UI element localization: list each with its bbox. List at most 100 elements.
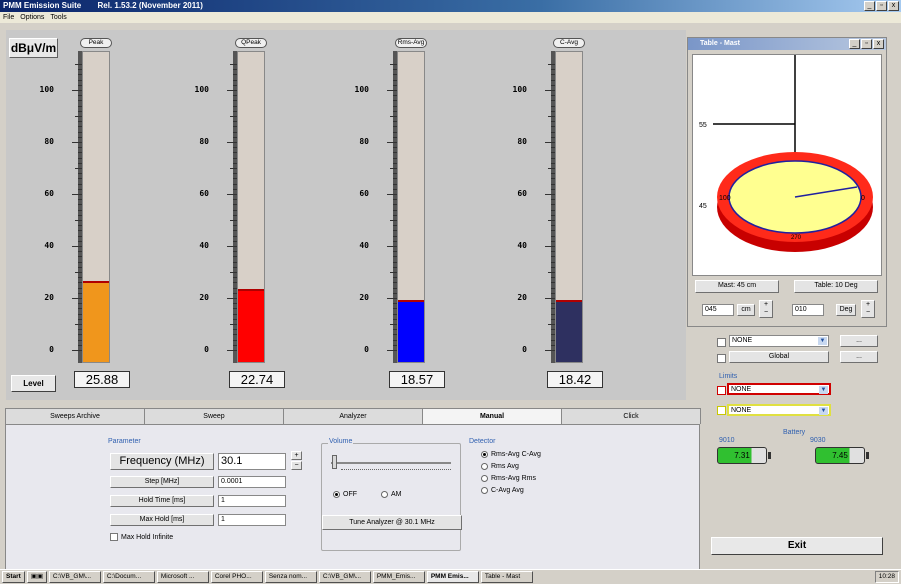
detector-radio-4[interactable] — [481, 487, 488, 494]
taskbar-item-6[interactable]: C:\VB_GM\... — [318, 571, 371, 583]
mast-height-input[interactable]: 045 — [702, 304, 734, 316]
max-hold-button[interactable]: Max Hold [ms] — [110, 514, 214, 526]
more-button-2[interactable]: ... — [840, 351, 878, 363]
tab-sweep[interactable]: Sweep — [144, 408, 284, 424]
meter-label[interactable]: Rms-Avg — [395, 38, 427, 48]
volume-am-radio[interactable] — [381, 491, 388, 498]
detector-option-2[interactable]: Rms Avg — [481, 463, 519, 470]
max-hold-infinite-option[interactable]: Max Hold Infinite — [110, 533, 173, 541]
taskbar-item-5[interactable]: Senza nom... — [264, 571, 317, 583]
battery1-terminal — [768, 452, 771, 459]
detector-radio-3[interactable] — [481, 475, 488, 482]
taskbar-item-4[interactable]: Corel PHO... — [210, 571, 263, 583]
meter-label[interactable]: C-Avg — [553, 38, 585, 48]
taskbar-item-7[interactable]: PMM_Emis... — [372, 571, 425, 583]
tune-analyzer-button[interactable]: Tune Analyzer @ 30.1 MHz — [322, 515, 462, 530]
scale-tick — [387, 90, 397, 91]
taskbar-item-2[interactable]: C:\Docum... — [102, 571, 155, 583]
meter-label[interactable]: QPeak — [235, 38, 267, 48]
scale-tick — [387, 350, 397, 351]
mast-spin-button[interactable]: + − — [759, 300, 773, 318]
taskbar-item-8[interactable]: PMM Emis... — [426, 571, 479, 583]
detector-option-1[interactable]: Rms-Avg C-Avg — [481, 451, 541, 458]
max-hold-infinite-checkbox[interactable] — [110, 533, 118, 541]
global-checkbox[interactable] — [717, 354, 726, 363]
table-spin-button[interactable]: + − — [861, 300, 875, 318]
scale-tick — [75, 220, 82, 221]
meter-value: 18.57 — [389, 371, 445, 388]
volume-off-option[interactable]: OFF — [333, 491, 357, 498]
volume-slider-ticks — [341, 469, 451, 471]
level-button[interactable]: Level — [11, 375, 56, 392]
frequency-label[interactable]: Frequency (MHz) — [110, 453, 214, 470]
volume-am-option[interactable]: AM — [381, 491, 402, 498]
detector-option-4[interactable]: C-Avg Avg — [481, 487, 524, 494]
maximize-button[interactable]: ▫ — [876, 1, 887, 11]
taskbar-item-9[interactable]: Table - Mast — [480, 571, 533, 583]
detector-radio-1[interactable] — [481, 451, 488, 458]
mast-minimize-button[interactable]: _ — [849, 39, 860, 49]
scale-label: 80 — [44, 137, 54, 146]
tab-analyzer[interactable]: Analyzer — [283, 408, 423, 424]
taskbar-item-1[interactable]: C:\VB_GM\... — [48, 571, 101, 583]
table-status: Table: 10 Deg — [794, 280, 878, 293]
scale-label: 40 — [517, 241, 527, 250]
frequency-plus-button[interactable]: + — [291, 451, 302, 460]
mast-close-button[interactable]: x — [873, 39, 884, 49]
step-button[interactable]: Step [MHz] — [110, 476, 214, 488]
detector-option-3[interactable]: Rms-Avg Rms — [481, 475, 536, 482]
volume-off-radio[interactable] — [333, 491, 340, 498]
app-title: PMM Emission Suite — [3, 1, 82, 10]
close-button[interactable]: x — [888, 1, 899, 11]
meter-tube — [237, 51, 265, 363]
limit2-value: NONE — [731, 407, 752, 414]
volume-slider-thumb[interactable] — [332, 455, 337, 469]
mast-label-45: 45 — [699, 203, 707, 210]
taskbar: Start ▣▣ C:\VB_GM\... C:\Docum... Micros… — [0, 569, 901, 584]
volume-slider-track — [331, 462, 451, 464]
frequency-minus-button[interactable]: − — [291, 461, 302, 470]
scale-tick — [545, 350, 555, 351]
exit-button[interactable]: Exit — [711, 537, 883, 555]
more-button-1[interactable]: ... — [840, 335, 878, 347]
tab-manual[interactable]: Manual — [422, 408, 562, 424]
menu-file[interactable]: File — [3, 12, 14, 23]
scale-label: 60 — [199, 189, 209, 198]
mast-window-controls: _ ▫ x — [849, 39, 884, 49]
scale-label: 40 — [359, 241, 369, 250]
scale-label: 60 — [44, 189, 54, 198]
start-button[interactable]: Start — [2, 571, 25, 583]
scale-tick — [227, 142, 237, 143]
hold-time-input[interactable]: 1 — [218, 495, 286, 507]
table-mast-window: Table - Mast _ ▫ x 55 45 100 0 270 Mast:… — [687, 37, 887, 327]
frequency-input[interactable]: 30.1 — [218, 453, 286, 470]
minimize-button[interactable]: _ — [864, 1, 875, 11]
menu-tools[interactable]: Tools — [50, 12, 66, 23]
detector-radio-2[interactable] — [481, 463, 488, 470]
quicklaunch-icons[interactable]: ▣▣ — [26, 571, 47, 583]
limit1-select[interactable]: NONE ▼ — [727, 383, 831, 395]
tab-sweeps-archive[interactable]: Sweeps Archive — [5, 408, 145, 424]
none-select[interactable]: NONE ▼ — [729, 335, 829, 347]
limit2-select[interactable]: NONE ▼ — [727, 404, 831, 416]
global-button[interactable]: Global — [729, 351, 829, 363]
none-select-value: NONE — [732, 337, 753, 344]
taskbar-item-3[interactable]: Microsoft ... — [156, 571, 209, 583]
scale-tick — [545, 142, 555, 143]
meter-1: Peak 0 20 40 60 80 100 25.88 — [40, 38, 160, 398]
hold-time-button[interactable]: Hold Time [ms] — [110, 495, 214, 507]
none-checkbox[interactable] — [717, 338, 726, 347]
meter-label[interactable]: Peak — [80, 38, 112, 48]
meter-bar-fill — [556, 301, 582, 362]
limit1-checkbox[interactable] — [717, 386, 726, 395]
scale-tick — [548, 272, 555, 273]
max-hold-input[interactable]: 1 — [218, 514, 286, 526]
menu-options[interactable]: Options — [20, 12, 44, 23]
mast-maximize-button[interactable]: ▫ — [861, 39, 872, 49]
mast-view: 55 45 100 0 270 — [692, 54, 882, 276]
scale-label: 0 — [49, 345, 54, 354]
table-angle-input[interactable]: 010 — [792, 304, 824, 316]
tab-click[interactable]: Click — [561, 408, 701, 424]
step-input[interactable]: 0.0001 — [218, 476, 286, 488]
limit2-checkbox[interactable] — [717, 406, 726, 415]
